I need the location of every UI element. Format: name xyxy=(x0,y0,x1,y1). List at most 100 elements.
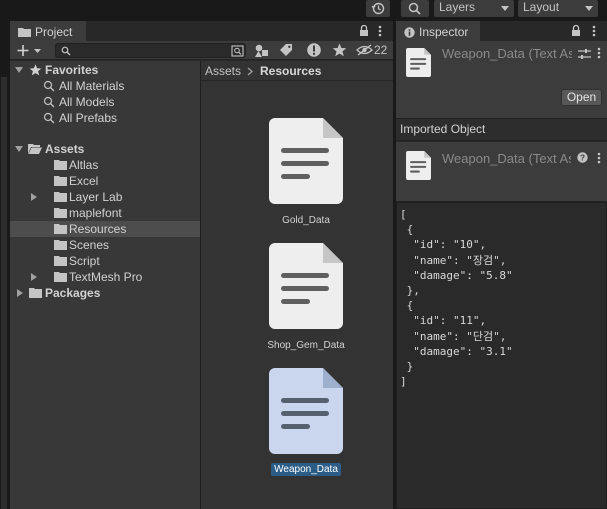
plus-icon xyxy=(17,45,41,56)
folder-icon xyxy=(54,208,67,218)
folder-icon xyxy=(54,240,67,250)
expand-arrow-icon xyxy=(15,146,23,152)
history-button[interactable] xyxy=(366,0,390,17)
tree-item-packages[interactable]: Packages xyxy=(10,285,200,301)
text-asset-preview: [ { "id": "10", "name": "장검", "damage": … xyxy=(396,202,607,509)
collapse-arrow-icon[interactable] xyxy=(31,273,37,281)
tab-inspector[interactable]: Inspector xyxy=(396,21,480,41)
folder-icon xyxy=(18,28,31,37)
lock-icon[interactable] xyxy=(571,25,581,36)
search-by-type-icon[interactable] xyxy=(231,45,244,57)
asset-gold-data[interactable]: Gold_Data xyxy=(256,118,356,227)
project-search-input[interactable] xyxy=(55,43,246,58)
imported-object-title: Weapon_Data (Text Asset) xyxy=(442,151,571,166)
tree-item-all-prefabs[interactable]: All Prefabs xyxy=(10,110,200,126)
tab-project[interactable]: Project xyxy=(10,21,86,41)
tree-item-assets[interactable]: Assets xyxy=(10,141,200,157)
tree-item-label: Excel xyxy=(69,174,99,188)
tree-item-label: Altlas xyxy=(69,158,99,172)
tree-item-scenes[interactable]: Scenes xyxy=(10,237,200,253)
breadcrumb-resources[interactable]: Resources xyxy=(260,64,321,78)
text-asset-icon xyxy=(406,151,431,180)
tree-item-maplefont[interactable]: maplefont xyxy=(10,205,200,221)
layout-label: Layout xyxy=(523,0,560,14)
layout-dropdown[interactable]: Layout xyxy=(518,0,598,17)
history-icon xyxy=(371,2,385,15)
inspector-title: Weapon_Data (Text Asset) xyxy=(442,46,572,61)
lock-icon[interactable] xyxy=(359,25,369,36)
more-options-icon[interactable] xyxy=(597,47,601,59)
breadcrumb-assets[interactable]: Assets xyxy=(205,64,241,78)
tree-item-all-models[interactable]: All Models xyxy=(10,94,200,110)
tree-item-label: TextMesh Pro xyxy=(69,270,143,284)
filter-by-type-icon[interactable] xyxy=(254,43,270,58)
tree-item-altlas[interactable]: Altlas xyxy=(10,157,200,173)
tree-item-label: Assets xyxy=(45,142,85,156)
warning-filter-icon[interactable] xyxy=(306,42,322,58)
hidden-packages-count: 22 xyxy=(374,43,388,57)
json-content: [ { "id": "10", "name": "장검", "damage": … xyxy=(400,208,513,389)
tree-item-all-materials[interactable]: All Materials xyxy=(10,78,200,94)
tree-item-excel[interactable]: Excel xyxy=(10,173,200,189)
folder-icon xyxy=(54,192,67,202)
left-edge-strip xyxy=(0,21,9,509)
breadcrumb: Assets Resources xyxy=(201,61,393,81)
hidden-packages-icon[interactable] xyxy=(356,44,373,56)
tree-item-label: Layer Lab xyxy=(69,190,123,204)
imported-object-header-row: Weapon_Data (Text Asset) ? xyxy=(396,142,607,202)
tree-item-label: Favorites xyxy=(45,63,99,77)
tree-item-favorites[interactable]: Favorites xyxy=(10,62,200,78)
star-icon[interactable] xyxy=(332,43,347,57)
expand-arrow-icon xyxy=(15,67,23,73)
tree-item-layer-lab[interactable]: Layer Lab xyxy=(10,189,200,205)
asset-weapon-data[interactable]: Weapon_Data xyxy=(256,368,356,476)
asset-label: Weapon_Data xyxy=(271,463,341,476)
project-toolbar: 22 xyxy=(10,41,393,60)
asset-label: Gold_Data xyxy=(282,215,330,226)
imported-object-header: Imported Object xyxy=(396,119,607,141)
folder-tree: Favorites All Materials All Models All P… xyxy=(10,61,200,509)
search-icon xyxy=(408,2,421,15)
tree-item-label: maplefont xyxy=(69,206,122,220)
folder-icon xyxy=(54,160,67,170)
search-button[interactable] xyxy=(401,0,429,17)
folder-open-icon xyxy=(28,144,42,154)
chevron-down-icon xyxy=(501,6,509,11)
search-icon xyxy=(43,112,55,124)
tree-item-label: All Materials xyxy=(59,79,125,93)
collapse-arrow-icon[interactable] xyxy=(17,289,23,297)
collapse-arrow-icon[interactable] xyxy=(31,193,37,201)
star-icon xyxy=(29,64,42,76)
tree-item-label: Script xyxy=(69,254,100,268)
filter-by-label-icon[interactable] xyxy=(279,43,294,58)
more-options-icon[interactable] xyxy=(592,25,596,37)
asset-grid: Assets Resources Gold_Data Shop_Gem_Data… xyxy=(201,61,393,509)
inspector-window: Inspector Weapon_Data (Text Asset) Open … xyxy=(396,21,607,509)
search-icon xyxy=(43,80,55,92)
help-icon[interactable]: ? xyxy=(577,152,588,163)
folder-icon xyxy=(29,288,42,298)
layers-dropdown[interactable]: Layers xyxy=(434,0,514,17)
open-button[interactable]: Open xyxy=(561,89,602,106)
inspector-header: Weapon_Data (Text Asset) Open xyxy=(396,41,607,119)
scrollbar-track[interactable] xyxy=(1,77,7,509)
presets-icon[interactable] xyxy=(578,48,591,60)
chevron-right-icon xyxy=(247,67,253,76)
project-window: Project 22 Favorites All Materials All M… xyxy=(10,21,393,509)
tree-item-label: Resources xyxy=(69,222,127,236)
folder-icon xyxy=(54,272,67,282)
more-options-icon[interactable] xyxy=(597,152,601,164)
asset-shop-gem-data[interactable]: Shop_Gem_Data xyxy=(256,243,356,352)
info-icon xyxy=(404,27,415,38)
tree-item-label: Scenes xyxy=(69,238,110,252)
folder-icon xyxy=(54,224,67,234)
search-icon xyxy=(43,96,55,108)
tree-item-script[interactable]: Script xyxy=(10,253,200,269)
tree-item-resources[interactable]: Resources xyxy=(10,221,200,237)
tree-item-label: All Models xyxy=(59,95,115,109)
tree-item-textmesh-pro[interactable]: TextMesh Pro xyxy=(10,269,200,285)
create-button[interactable] xyxy=(16,43,46,58)
more-options-icon[interactable] xyxy=(378,25,382,37)
text-asset-icon xyxy=(269,243,343,329)
svg-text:?: ? xyxy=(580,153,585,163)
